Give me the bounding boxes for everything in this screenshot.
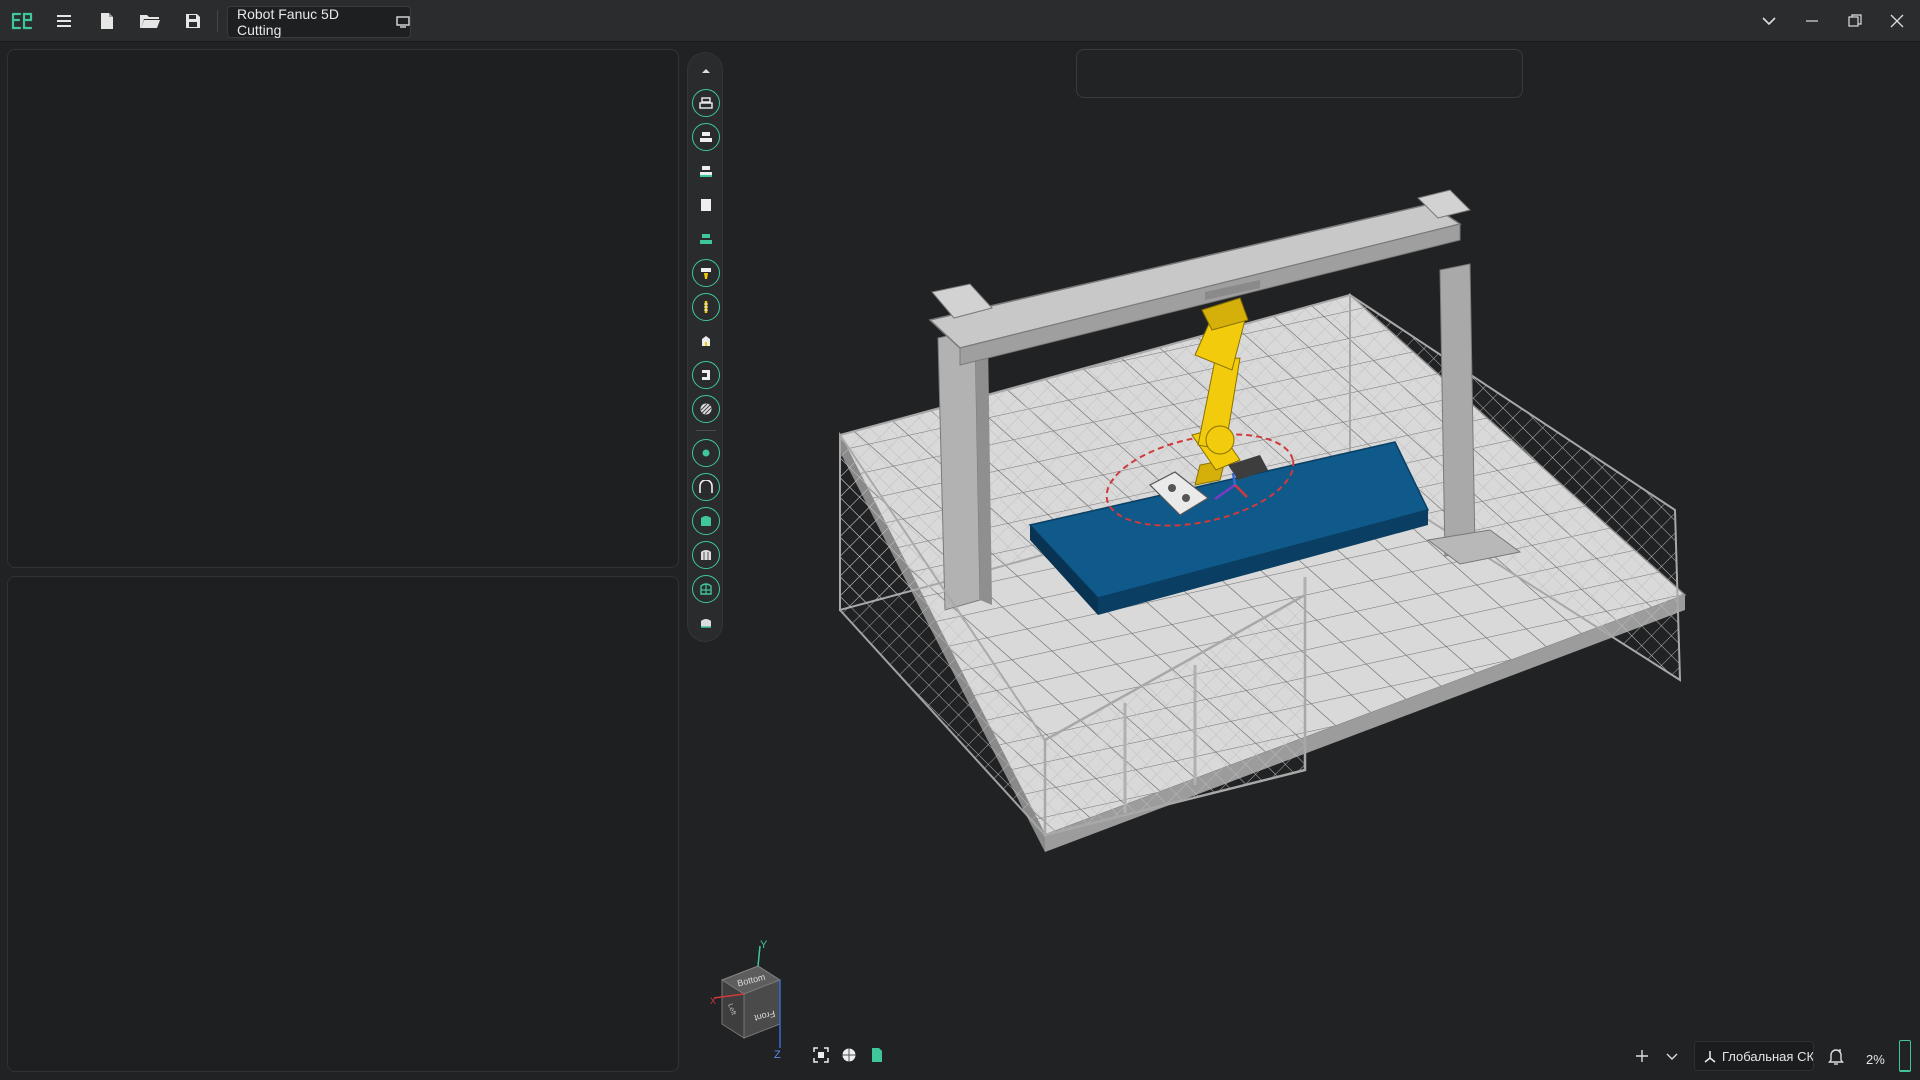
profile-icon[interactable] <box>692 361 720 389</box>
point-icon[interactable] <box>692 439 720 467</box>
notification-bell-icon[interactable] <box>1822 1042 1850 1070</box>
stock-display-icon[interactable] <box>865 1043 889 1067</box>
curve-icon[interactable] <box>692 473 720 501</box>
document-title: Robot Fanuc 5D Cutting <box>237 6 339 38</box>
monitor-icon[interactable] <box>396 16 410 28</box>
collapse-up-icon[interactable] <box>692 57 720 85</box>
app-logo-icon[interactable] <box>6 6 38 36</box>
coordinate-system-label: Глобальная СК <box>1722 1048 1814 1064</box>
minimize-icon[interactable] <box>1797 8 1827 34</box>
restore-icon[interactable] <box>1840 8 1870 34</box>
save-icon[interactable] <box>177 6 209 36</box>
axis-y-label: Y <box>760 940 768 951</box>
chevron-down-icon[interactable] <box>1660 1043 1684 1069</box>
fit-view-icon[interactable] <box>809 1043 833 1067</box>
shading-mode-icon[interactable] <box>837 1043 861 1067</box>
hatching-icon[interactable] <box>692 395 720 423</box>
title-bar: Robot Fanuc 5D Cutting <box>0 0 1920 42</box>
coordinate-system-selector[interactable]: Глобальная СК <box>1694 1041 1814 1071</box>
document-tab[interactable]: Robot Fanuc 5D Cutting <box>227 6 411 38</box>
roughing-icon[interactable] <box>692 89 720 117</box>
flowline-icon[interactable] <box>692 541 720 569</box>
close-icon[interactable] <box>1882 8 1912 34</box>
contour-icon[interactable] <box>692 327 720 355</box>
open-folder-icon[interactable] <box>134 6 166 36</box>
operations-panel <box>7 49 679 568</box>
toolbar-divider <box>217 10 218 32</box>
tool-holder-icon[interactable] <box>692 259 720 287</box>
surface-icon[interactable] <box>692 507 720 535</box>
new-file-icon[interactable] <box>91 6 123 36</box>
axes-icon <box>1703 1049 1717 1063</box>
rest-machining-icon[interactable] <box>692 157 720 185</box>
progress-indicator <box>1899 1040 1911 1072</box>
waterline-icon[interactable] <box>692 123 720 151</box>
chevron-down-icon[interactable] <box>1754 8 1784 34</box>
gantry-column-right <box>1439 263 1476 557</box>
app-window: Robot Fanuc 5D Cutting Bottom Front Left… <box>0 0 1920 1080</box>
axis-z-label: Z <box>774 1049 781 1060</box>
probe-icon[interactable] <box>692 293 720 321</box>
zoom-level: 2% <box>1866 1052 1885 1067</box>
add-icon[interactable] <box>1628 1043 1656 1069</box>
axis-x-label: X <box>710 996 716 1006</box>
menu-icon[interactable] <box>48 6 80 36</box>
drilling-icon[interactable] <box>692 225 720 253</box>
plane-finishing-icon[interactable] <box>692 191 720 219</box>
progress-fill <box>1900 1069 1910 1071</box>
viewport-info-box <box>1076 49 1523 98</box>
toolbar-separator <box>696 430 716 431</box>
gantry-column-left <box>937 329 981 611</box>
properties-panel <box>7 576 679 1072</box>
robot-cell-scene[interactable] <box>820 180 1690 860</box>
view-cube[interactable]: Bottom Front Left Y Z X <box>710 940 800 1060</box>
swarf-icon[interactable] <box>692 609 720 637</box>
strategy-toolbar <box>687 52 723 642</box>
morph-icon[interactable] <box>692 575 720 603</box>
